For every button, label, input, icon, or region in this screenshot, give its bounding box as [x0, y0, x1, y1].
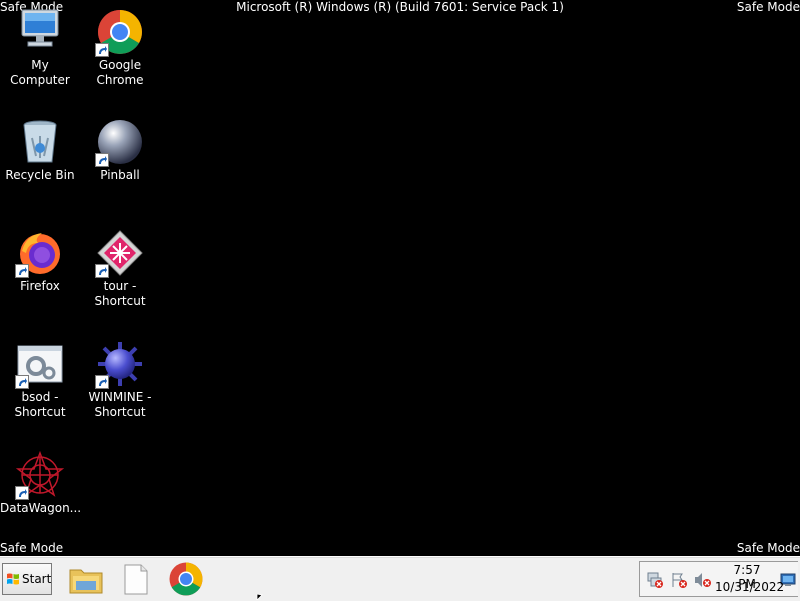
file-explorer-icon — [69, 569, 103, 594]
mouse-cursor-icon — [256, 594, 263, 600]
clock-date[interactable]: 10/31/2022 — [715, 580, 784, 594]
desktop-icon-bsod-shortcut[interactable]: bsod - Shortcut — [0, 340, 80, 420]
desktop-icon-firefox[interactable]: Firefox — [0, 229, 80, 294]
shortcut-arrow-icon — [95, 43, 109, 57]
safe-mode-label-bottom-right: Safe Mode — [736, 541, 800, 555]
taskbar-document-button[interactable] — [118, 561, 154, 597]
action-center-error-icon[interactable] — [670, 572, 688, 592]
desktop-icon-label: Recycle Bin — [5, 168, 75, 182]
bsod-icon — [15, 340, 64, 389]
shortcut-arrow-icon — [15, 486, 29, 500]
desktop-icon-label: Google Chrome — [96, 58, 144, 87]
taskbar-file-explorer-button[interactable] — [68, 561, 104, 597]
desktop-icon-label: My Computer — [10, 58, 70, 87]
blank-document-icon — [124, 564, 148, 595]
firefox-icon — [15, 229, 64, 278]
shortcut-arrow-icon — [15, 264, 29, 278]
shortcut-arrow-icon — [95, 264, 109, 278]
desktop-icon-label: tour - Shortcut — [94, 279, 146, 308]
network-error-icon[interactable] — [646, 572, 664, 592]
shortcut-arrow-icon — [15, 375, 29, 389]
recycle-bin-icon — [16, 118, 64, 166]
tour-icon — [95, 229, 144, 278]
taskbar: Start — [0, 556, 800, 601]
taskbar-chrome-button[interactable] — [168, 561, 204, 597]
chrome-icon — [169, 562, 203, 596]
computer-icon — [16, 8, 64, 56]
chrome-icon — [95, 8, 144, 57]
desktop-icon-label: WINMINE - Shortcut — [88, 390, 152, 419]
shortcut-arrow-icon — [95, 153, 109, 167]
desktop-icon-datawagon[interactable]: DataWagon... — [0, 450, 82, 516]
windows-logo-icon — [6, 572, 20, 589]
datawagon-icon — [15, 450, 65, 500]
start-button[interactable]: Start — [2, 563, 52, 595]
desktop-icon-google-chrome[interactable]: Google Chrome — [80, 8, 160, 88]
desktop-icon-pinball[interactable]: Pinball — [80, 118, 160, 183]
desktop-icon-label: Pinball — [100, 168, 140, 182]
desktop-icon-label: Firefox — [20, 279, 60, 293]
desktop-icon-tour-shortcut[interactable]: tour - Shortcut — [80, 229, 160, 309]
desktop-icon-winmine-shortcut[interactable]: WINMINE - Shortcut — [80, 340, 160, 420]
desktop-icon-label: bsod - Shortcut — [14, 390, 66, 419]
desktop-icon-my-computer[interactable]: My Computer — [0, 8, 80, 88]
shortcut-arrow-icon — [95, 375, 109, 389]
start-label: Start — [22, 572, 52, 586]
minesweeper-icon — [95, 340, 144, 389]
safe-mode-label-bottom-left: Safe Mode — [0, 541, 64, 555]
desktop-icon-label: DataWagon... — [0, 501, 82, 515]
pinball-icon — [95, 118, 144, 167]
volume-muted-icon[interactable] — [694, 572, 712, 592]
desktop-icon-recycle-bin[interactable]: Recycle Bin — [0, 118, 80, 183]
